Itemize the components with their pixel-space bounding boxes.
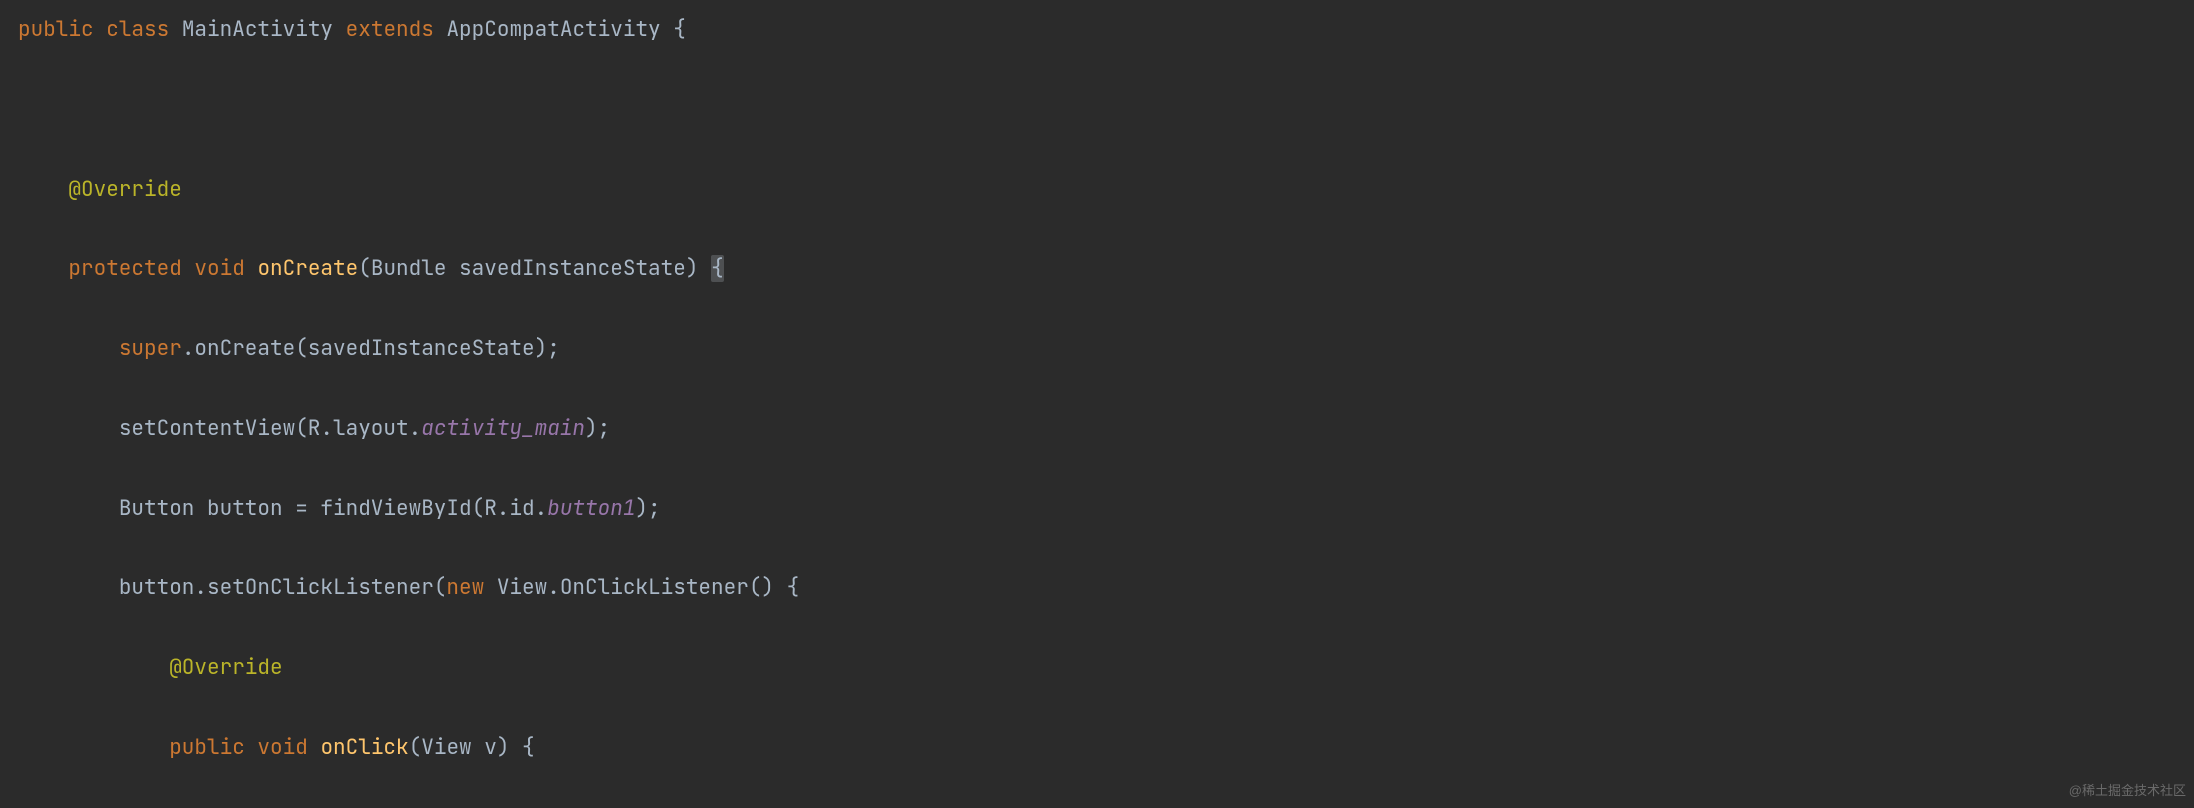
layout-activity-main: activity_main	[421, 415, 585, 442]
watermark-text: @稀土掘金技术社区	[2069, 779, 2186, 804]
annotation-override: @Override	[68, 176, 181, 203]
keyword-extends: extends	[346, 16, 434, 43]
method-onclick: onClick	[320, 734, 408, 761]
close-paren-semi: );	[585, 415, 610, 442]
keyword-void: void	[194, 255, 244, 282]
code-line[interactable]: @Override	[18, 648, 2194, 688]
code-line[interactable]: setContentView(R.layout.activity_main);	[18, 409, 2194, 449]
code-line[interactable]: @Override	[18, 170, 2194, 210]
code-line[interactable]: public class MainActivity extends AppCom…	[18, 10, 2194, 50]
method-params: (View v) {	[409, 734, 535, 761]
method-params: (Bundle savedInstanceState)	[358, 255, 698, 282]
method-oncreate: onCreate	[257, 255, 358, 282]
code-line[interactable]: public void onClick(View v) {	[18, 728, 2194, 768]
keyword-super: super	[119, 335, 182, 362]
class-name: MainActivity	[182, 16, 333, 43]
keyword-public: public	[169, 734, 245, 761]
id-button1: button1	[547, 495, 635, 522]
brace-open-highlight: {	[711, 255, 724, 282]
keyword-void: void	[257, 734, 307, 761]
keyword-class: class	[106, 16, 169, 43]
close-paren-semi: );	[635, 495, 660, 522]
setcontentview-call: setContentView(R.layout.	[119, 415, 421, 442]
keyword-new: new	[446, 574, 484, 601]
code-block[interactable]: public class MainActivity extends AppCom…	[18, 10, 2194, 808]
keyword-protected: protected	[68, 255, 181, 282]
code-editor[interactable]: public class MainActivity extends AppCom…	[0, 0, 2194, 808]
annotation-override: @Override	[169, 654, 282, 681]
keyword-public: public	[18, 16, 94, 43]
listener-call-pre: button.setOnClickListener(	[119, 574, 447, 601]
button-declaration: Button button = findViewById(R.id.	[119, 495, 547, 522]
code-line[interactable]: protected void onCreate(Bundle savedInst…	[18, 249, 2194, 289]
super-call: .onCreate(savedInstanceState);	[182, 335, 560, 362]
code-line[interactable]: button.setOnClickListener(new View.OnCli…	[18, 568, 2194, 608]
code-line[interactable]: super.onCreate(savedInstanceState);	[18, 329, 2194, 369]
brace-open: {	[673, 16, 686, 43]
code-line[interactable]: Button button = findViewById(R.id.button…	[18, 489, 2194, 529]
superclass-name: AppCompatActivity	[446, 16, 660, 43]
code-line[interactable]	[18, 90, 2194, 130]
listener-type: View.OnClickListener() {	[484, 574, 799, 601]
